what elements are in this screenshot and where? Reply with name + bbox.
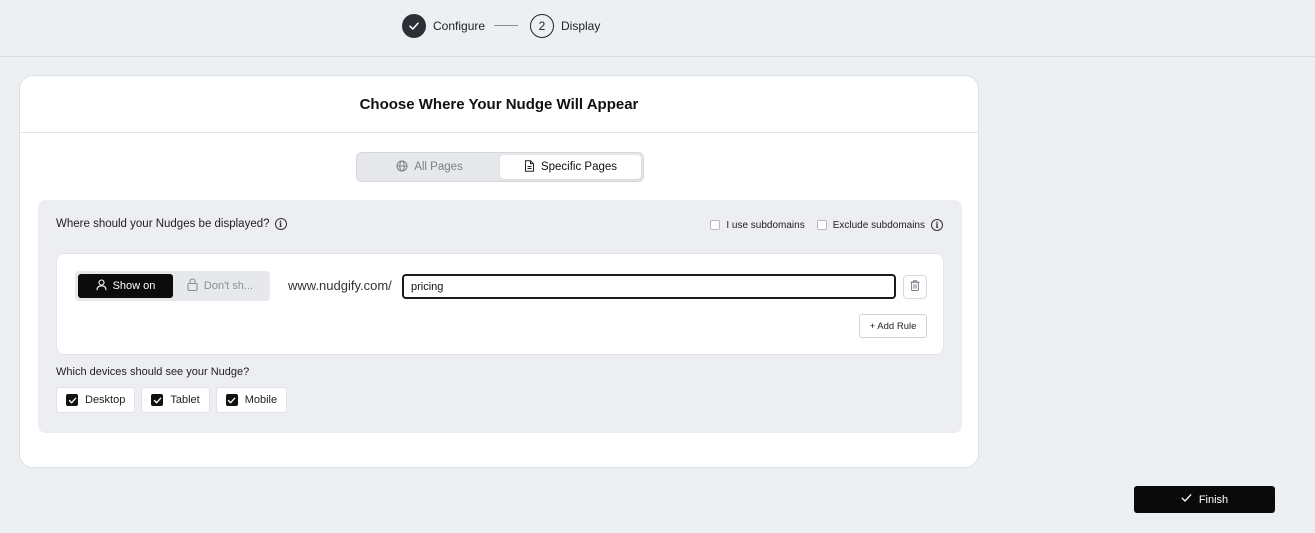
use-subdomains-option[interactable]: I use subdomains: [710, 219, 805, 231]
desktop-label: Desktop: [85, 394, 126, 406]
step-divider: [494, 25, 518, 26]
exclude-subdomains-option[interactable]: Exclude subdomains i: [816, 219, 943, 231]
step-configure[interactable]: Configure: [402, 13, 485, 38]
trash-icon: [910, 278, 920, 296]
devices-question: Which devices should see your Nudge?: [56, 366, 250, 378]
step-display[interactable]: 2 Display: [530, 13, 600, 38]
tab-all-pages[interactable]: All Pages: [359, 155, 500, 179]
check-icon: [402, 13, 426, 38]
globe-icon: [396, 160, 408, 175]
page-path-input[interactable]: [402, 274, 896, 299]
info-icon[interactable]: i: [274, 218, 287, 230]
check-icon: [1181, 493, 1192, 506]
step-number: 2: [530, 13, 554, 38]
info-icon[interactable]: i: [931, 219, 943, 231]
show-mode-toggle: Show on Don't sh...: [75, 271, 270, 301]
tablet-label: Tablet: [170, 394, 200, 406]
use-subdomains-checkbox[interactable]: [710, 220, 721, 230]
step-label: Display: [561, 18, 601, 33]
tab-specific-pages[interactable]: Specific Pages: [500, 155, 641, 179]
domain-prefix: www.nudgify.com/: [288, 278, 392, 293]
device-mobile[interactable]: Mobile: [215, 387, 288, 413]
device-options: Desktop Tablet Mobile: [56, 387, 288, 413]
lock-icon: [187, 278, 198, 294]
stepper: Configure 2 Display: [0, 0, 1315, 57]
use-subdomains-label: I use subdomains: [726, 219, 805, 231]
display-card: Choose Where Your Nudge Will Appear All …: [19, 75, 979, 468]
mobile-label: Mobile: [244, 394, 278, 406]
exclude-subdomains-label: Exclude subdomains: [832, 219, 925, 231]
add-rule-button[interactable]: + Add Rule: [859, 314, 927, 338]
user-icon: [96, 278, 107, 294]
rule-box: Show on Don't sh... www.nudgify.com/ + A…: [56, 253, 944, 355]
display-question: Where should your Nudges be displayed? i: [56, 218, 287, 230]
finish-label: Finish: [1198, 493, 1229, 506]
tab-label: Specific Pages: [540, 161, 618, 173]
file-icon: [524, 159, 535, 175]
display-rules-panel: Where should your Nudges be displayed? i…: [38, 200, 962, 433]
tab-label: All Pages: [414, 161, 463, 173]
finish-button[interactable]: Finish: [1134, 486, 1275, 513]
dont-show-label: Don't sh...: [203, 280, 254, 292]
device-tablet[interactable]: Tablet: [141, 387, 210, 413]
dont-show-button[interactable]: Don't sh...: [173, 274, 267, 298]
exclude-subdomains-checkbox[interactable]: [816, 220, 827, 230]
display-question-text: Where should your Nudges be displayed?: [56, 218, 270, 230]
show-on-label: Show on: [112, 280, 156, 292]
mobile-checkbox[interactable]: [225, 394, 238, 406]
tablet-checkbox[interactable]: [151, 394, 164, 406]
subdomain-options: I use subdomains Exclude subdomains i: [710, 219, 943, 231]
show-on-button[interactable]: Show on: [78, 274, 173, 298]
delete-rule-button[interactable]: [903, 275, 927, 299]
step-label: Configure: [433, 18, 486, 33]
device-desktop[interactable]: Desktop: [56, 387, 136, 413]
card-title: Choose Where Your Nudge Will Appear: [20, 76, 978, 133]
desktop-checkbox[interactable]: [66, 394, 78, 406]
page-scope-tabs: All Pages Specific Pages: [356, 152, 644, 182]
